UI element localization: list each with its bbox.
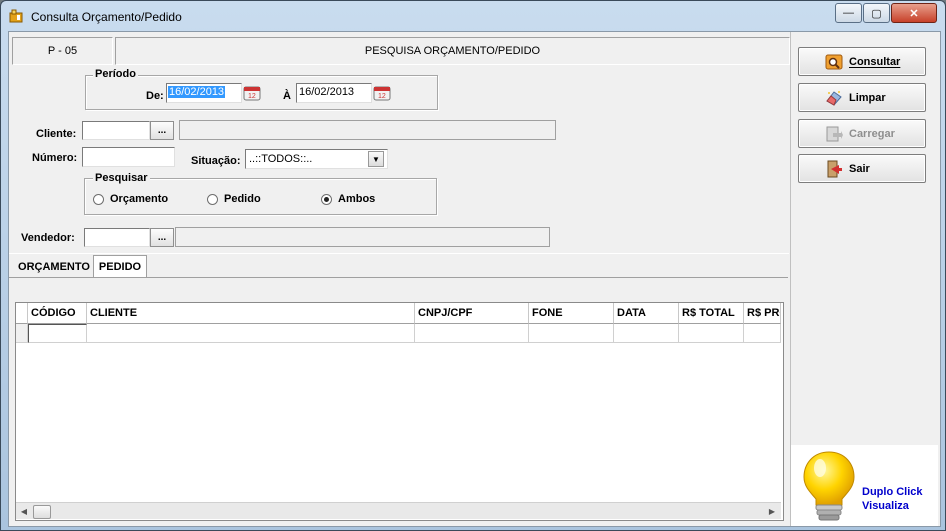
search-icon bbox=[825, 54, 843, 69]
calendar-icon: 12 bbox=[373, 86, 391, 101]
client-area: P - 05 PESQUISA ORÇAMENTO/PEDIDO Período… bbox=[8, 31, 941, 527]
row-indicator[interactable] bbox=[16, 324, 28, 343]
radio-ambos-label: Ambos bbox=[338, 193, 376, 205]
window-title: Consulta Orçamento/Pedido bbox=[31, 10, 182, 24]
radio-orcamento[interactable]: Orçamento bbox=[93, 193, 168, 205]
minimize-button[interactable]: — bbox=[835, 3, 862, 23]
numero-label: Número: bbox=[32, 152, 78, 164]
vendedor-name-field bbox=[175, 227, 550, 247]
date-to-calendar-button[interactable]: 12 bbox=[372, 84, 392, 102]
carregar-label: Carregar bbox=[849, 127, 895, 140]
screen-code: P - 05 bbox=[12, 37, 113, 65]
maximize-button[interactable]: ▢ bbox=[863, 3, 890, 23]
table-cell[interactable] bbox=[87, 324, 415, 343]
cliente-label: Cliente: bbox=[36, 128, 77, 140]
chevron-down-icon[interactable]: ▼ bbox=[368, 151, 384, 167]
consultar-button[interactable]: Consultar bbox=[798, 47, 926, 76]
column-header-codigo[interactable]: CÓDIGO bbox=[28, 303, 87, 324]
radio-ambos[interactable]: Ambos bbox=[321, 193, 375, 205]
limpar-label: Limpar bbox=[849, 91, 886, 104]
application-window: Consulta Orçamento/Pedido — ▢ ✕ P - 05 P… bbox=[0, 0, 946, 531]
close-button[interactable]: ✕ bbox=[891, 3, 937, 23]
hint-panel: Duplo Click Visualiza bbox=[791, 445, 938, 526]
results-grid[interactable]: CÓDIGO CLIENTE CNPJ/CPF FONE DATA R$ TOT… bbox=[15, 302, 784, 521]
scroll-thumb[interactable] bbox=[33, 505, 51, 519]
table-cell[interactable] bbox=[614, 324, 679, 343]
row-indicator-header bbox=[16, 303, 28, 324]
radio-pedido-label: Pedido bbox=[224, 193, 261, 205]
cliente-code-input[interactable] bbox=[82, 121, 150, 140]
date-from-field[interactable]: 16/02/2013 bbox=[166, 83, 242, 103]
radio-indicator bbox=[207, 193, 218, 205]
column-header-pro[interactable]: R$ PRO bbox=[744, 303, 781, 324]
vendedor-label: Vendedor: bbox=[21, 232, 75, 244]
radio-indicator-selected bbox=[321, 193, 332, 205]
divider bbox=[9, 253, 789, 254]
date-from-value: 16/02/2013 bbox=[168, 86, 226, 98]
column-header-fone[interactable]: FONE bbox=[529, 303, 614, 324]
cliente-name-field bbox=[179, 120, 556, 140]
column-header-total[interactable]: R$ TOTAL bbox=[679, 303, 744, 324]
hint-text: Duplo Click Visualiza bbox=[862, 485, 923, 513]
pesquisar-legend: Pesquisar bbox=[93, 172, 150, 184]
numero-input[interactable] bbox=[82, 147, 175, 167]
hint-line-1: Duplo Click bbox=[862, 486, 923, 498]
consultar-label: Consultar bbox=[849, 55, 901, 68]
minimize-icon: — bbox=[843, 7, 854, 19]
ate-label: À bbox=[283, 90, 291, 102]
carregar-button[interactable]: Carregar bbox=[798, 119, 926, 148]
load-icon bbox=[826, 126, 843, 141]
date-from-calendar-button[interactable]: 12 bbox=[242, 84, 262, 102]
eraser-icon bbox=[826, 90, 842, 106]
maximize-icon: ▢ bbox=[871, 7, 882, 20]
svg-text:12: 12 bbox=[248, 93, 256, 100]
calendar-icon: 12 bbox=[243, 86, 261, 101]
cliente-search-button[interactable]: ... bbox=[150, 121, 174, 140]
situacao-label: Situação: bbox=[191, 155, 241, 167]
column-header-data[interactable]: DATA bbox=[614, 303, 679, 324]
scroll-right-icon[interactable]: ▶ bbox=[765, 504, 779, 518]
page-title: PESQUISA ORÇAMENTO/PEDIDO bbox=[115, 37, 790, 65]
tab-pedido[interactable]: PEDIDO bbox=[93, 255, 147, 278]
table-cell[interactable] bbox=[415, 324, 529, 343]
table-cell[interactable] bbox=[744, 324, 781, 343]
de-label: De: bbox=[146, 90, 164, 102]
horizontal-scrollbar[interactable]: ◀ ▶ bbox=[16, 502, 781, 519]
app-icon bbox=[9, 9, 23, 23]
close-icon: ✕ bbox=[909, 7, 919, 20]
radio-indicator bbox=[93, 193, 104, 205]
limpar-button[interactable]: Limpar bbox=[798, 83, 926, 112]
exit-door-icon bbox=[827, 160, 842, 177]
title-bar[interactable]: Consulta Orçamento/Pedido — ▢ ✕ bbox=[1, 1, 945, 31]
table-cell[interactable] bbox=[679, 324, 744, 343]
scroll-left-icon[interactable]: ◀ bbox=[17, 504, 31, 518]
vendedor-search-button[interactable]: ... bbox=[150, 228, 174, 247]
lightbulb-icon bbox=[803, 451, 855, 521]
vendedor-code-input[interactable] bbox=[84, 228, 150, 247]
sair-label: Sair bbox=[849, 162, 870, 175]
radio-orcamento-label: Orçamento bbox=[110, 193, 169, 205]
svg-text:12: 12 bbox=[378, 93, 386, 100]
table-cell[interactable] bbox=[28, 324, 87, 343]
radio-pedido[interactable]: Pedido bbox=[207, 193, 261, 205]
date-to-field[interactable]: 16/02/2013 bbox=[296, 83, 372, 103]
column-header-cliente[interactable]: CLIENTE bbox=[87, 303, 415, 324]
table-cell[interactable] bbox=[529, 324, 614, 343]
tab-orcamento[interactable]: ORÇAMENTO bbox=[15, 257, 93, 277]
sair-button[interactable]: Sair bbox=[798, 154, 926, 183]
periodo-legend: Período bbox=[93, 68, 138, 80]
situacao-value: ..::TODOS::.. bbox=[249, 153, 313, 165]
tab-divider bbox=[9, 277, 788, 278]
date-to-value: 16/02/2013 bbox=[299, 86, 355, 98]
situacao-select[interactable]: ..::TODOS::.. ▼ bbox=[245, 149, 388, 169]
hint-line-2: Visualiza bbox=[862, 500, 909, 512]
column-header-cnpj[interactable]: CNPJ/CPF bbox=[415, 303, 529, 324]
